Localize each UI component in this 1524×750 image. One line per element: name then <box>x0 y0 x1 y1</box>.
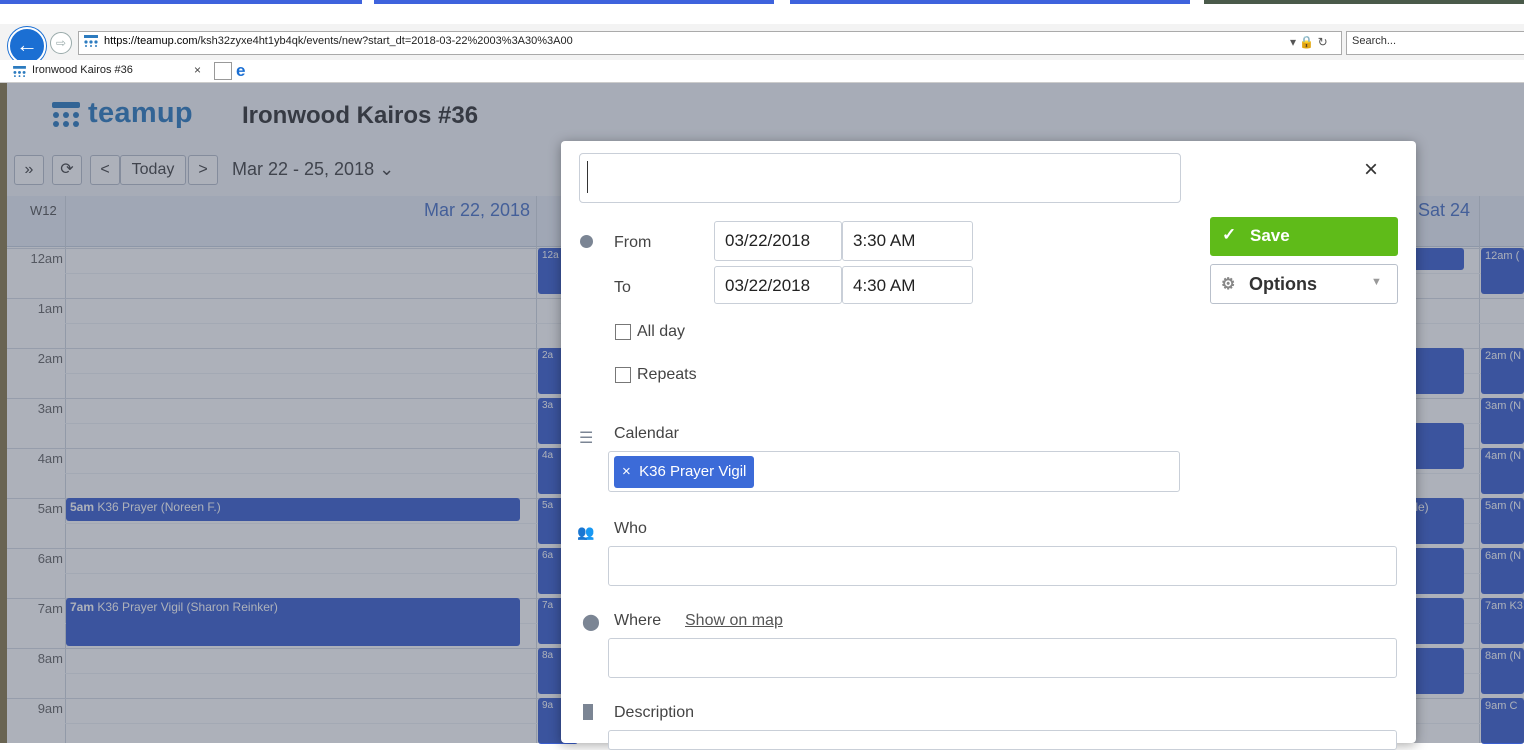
all-day-checkbox[interactable] <box>615 324 631 340</box>
from-time-input[interactable]: 3:30 AM <box>842 221 973 261</box>
to-label: To <box>614 279 631 296</box>
calendar-tag-label: K36 Prayer Vigil <box>639 463 747 480</box>
clock-icon <box>580 235 593 248</box>
description-input[interactable] <box>608 730 1397 750</box>
background-window-segment <box>0 0 362 4</box>
where-label: Where <box>614 612 662 629</box>
background-window-strip <box>0 0 1524 6</box>
event-title-input[interactable] <box>579 153 1181 203</box>
internet-explorer-icon[interactable]: e <box>236 61 245 81</box>
background-window-segment <box>1204 0 1524 4</box>
url-path: /ksh32zyxe4ht1yb4qk/events/new?start_dt=… <box>197 35 573 47</box>
tab-title[interactable]: Ironwood Kairos #36 <box>32 64 133 76</box>
teamup-favicon-icon <box>13 66 26 77</box>
list-icon: ☰ <box>579 430 594 447</box>
from-date-input[interactable]: 03/22/2018 <box>714 221 842 261</box>
people-icon: 👥 <box>577 524 595 540</box>
description-label: Description <box>614 704 695 721</box>
url-tools[interactable]: ▾ 🔒 ↻ <box>1290 35 1328 49</box>
who-input[interactable] <box>608 546 1397 586</box>
gear-icon: ⚙ <box>1221 276 1236 293</box>
all-day-label: All day <box>637 323 686 340</box>
save-button[interactable]: ✓ Save <box>1210 217 1398 256</box>
background-window-segment <box>790 0 1190 4</box>
where-input[interactable] <box>608 638 1397 678</box>
save-label: Save <box>1250 226 1290 245</box>
options-label: Options <box>1249 274 1317 294</box>
url-domain: https://teamup.com <box>104 35 198 47</box>
show-on-map-link[interactable]: Show on map <box>685 612 783 630</box>
close-icon[interactable]: × <box>1364 156 1378 184</box>
remove-tag-icon[interactable]: × <box>622 463 631 480</box>
to-date-input[interactable]: 03/22/2018 <box>714 266 842 304</box>
document-icon <box>583 704 593 720</box>
new-tab-button[interactable] <box>214 62 232 80</box>
from-label: From <box>614 234 652 251</box>
repeats-checkbox[interactable] <box>615 367 631 383</box>
tab-close-button[interactable]: × <box>194 63 201 77</box>
chevron-down-icon: ▼ <box>1371 276 1382 288</box>
calendar-label: Calendar <box>614 425 679 442</box>
forward-button[interactable]: ⇨ <box>50 32 72 54</box>
who-label: Who <box>614 520 647 537</box>
search-placeholder: Search... <box>1352 35 1397 47</box>
to-time-input[interactable]: 4:30 AM <box>842 266 973 304</box>
text-caret <box>587 161 588 193</box>
map-pin-icon: ⬤ <box>582 614 600 631</box>
url-text: https://teamup.com/ksh32zyxe4ht1yb4qk/ev… <box>104 35 573 47</box>
calendar-tag[interactable]: × K36 Prayer Vigil <box>614 456 755 488</box>
options-button[interactable]: ⚙ Options ▼ <box>1210 264 1398 304</box>
teamup-favicon-icon <box>84 35 98 47</box>
repeats-label: Repeats <box>637 366 697 383</box>
background-window-segment <box>374 0 774 4</box>
checkmark-icon: ✓ <box>1222 225 1237 244</box>
